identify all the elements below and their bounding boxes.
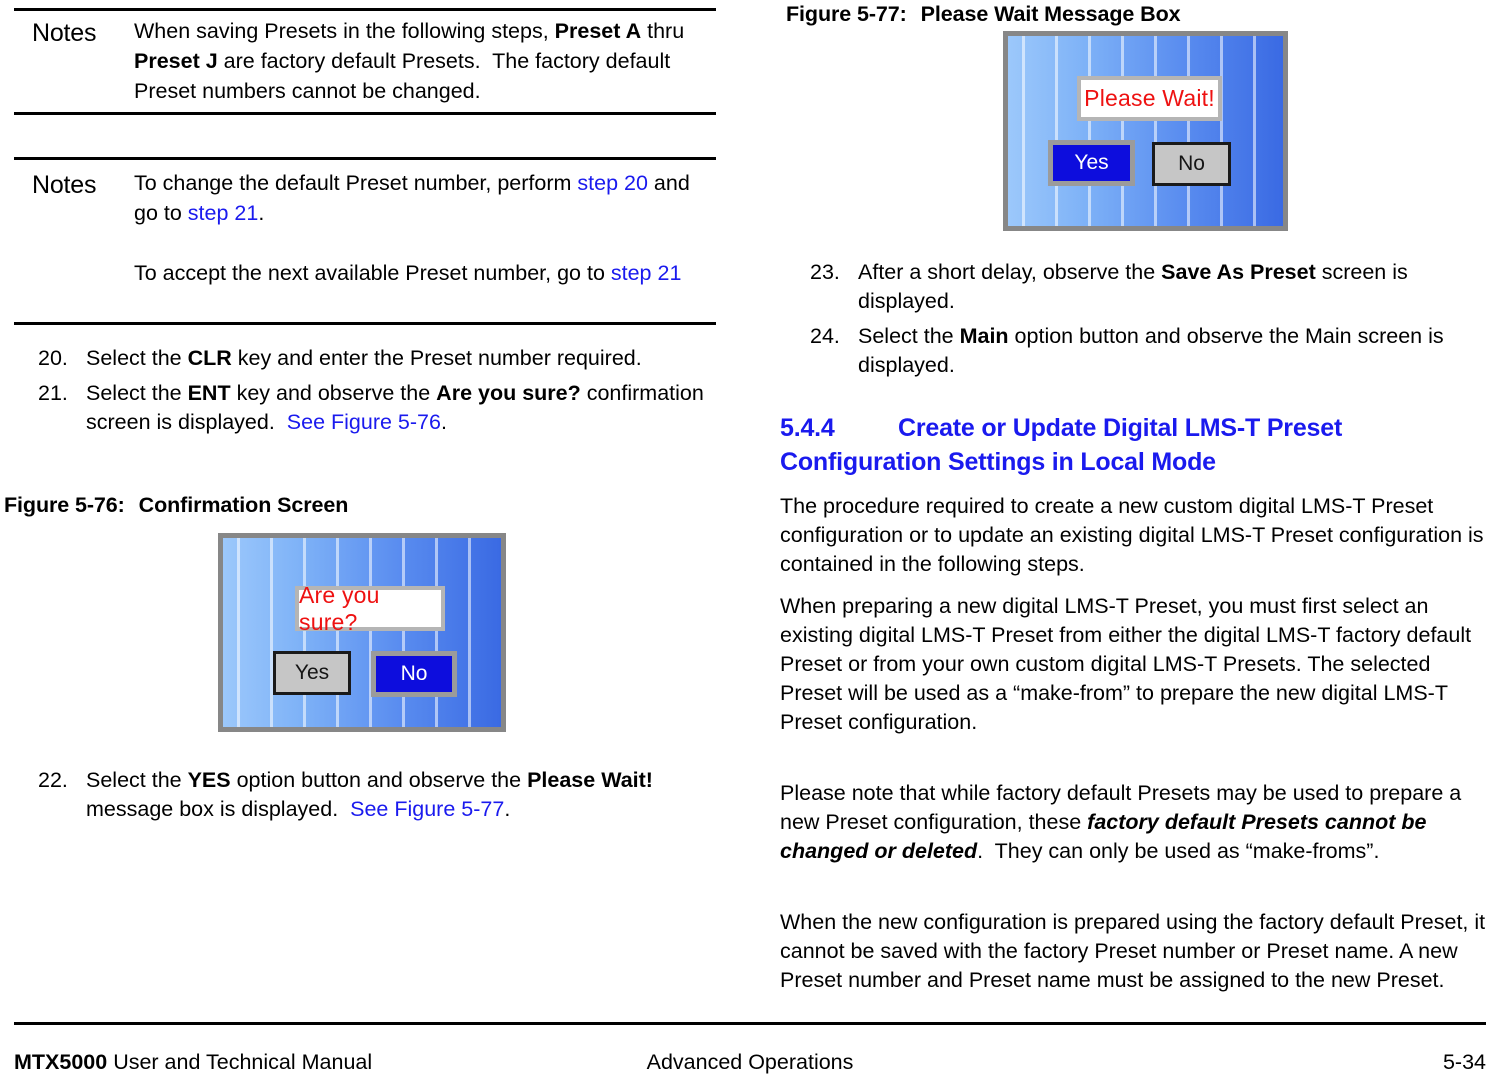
note-1-top-rule <box>14 8 716 11</box>
manual-page: Notes When saving Presets in the followi… <box>0 0 1501 1089</box>
note-row: Notes To change the default Preset numbe… <box>14 168 716 288</box>
step-item-22: 22. Select the YES option button and obs… <box>14 766 724 824</box>
xref-step-21[interactable]: step 21 <box>188 201 259 225</box>
figure-5-77-caption-title: Please Wait Message Box <box>920 2 1181 26</box>
footer-section-name: Advanced Operations <box>646 1050 854 1074</box>
step-number: 24. <box>810 324 840 348</box>
step-text: Select the ENT key and observe the Are y… <box>86 381 704 434</box>
section-heading-5-4-4: 5.4.4 Create or Update Digital LMS-T Pres… <box>780 411 1492 479</box>
note-1-paragraph: When saving Presets in the following ste… <box>134 19 685 103</box>
paragraph-2: When preparing a new digital LMS-T Prese… <box>780 592 1492 737</box>
step-item-24: 24. Select the Main option button and ob… <box>786 322 1492 380</box>
figure-5-76-caption-number: Figure 5-76: <box>4 493 125 517</box>
left-column: Notes When saving Presets in the followi… <box>0 0 740 1000</box>
paragraph-2-text: When preparing a new digital LMS-T Prese… <box>780 594 1472 734</box>
note-1-bottom-rule <box>14 112 716 115</box>
confirmation-no-button[interactable]: No <box>371 651 457 697</box>
please-wait-no-button[interactable]: No <box>1152 142 1231 186</box>
footer-separator <box>14 1022 1486 1025</box>
step-number: 23. <box>810 260 840 284</box>
figure-5-77-caption-number: Figure 5-77: <box>786 2 907 26</box>
note-1-label: Notes <box>32 19 97 47</box>
note-2-paragraph-1: To change the default Preset number, per… <box>134 171 690 225</box>
step-text: Select the YES option button and observe… <box>86 768 653 821</box>
step-item-21: 21. Select the ENT key and observe the A… <box>14 379 724 437</box>
section-heading-text: 5.4.4 Create or Update Digital LMS-T Pres… <box>780 411 1492 479</box>
step-text: Select the CLR key and enter the Preset … <box>86 346 642 370</box>
figure-5-76-caption: Figure 5-76: Confirmation Screen <box>4 492 348 518</box>
please-wait-yes-button[interactable]: Yes <box>1048 140 1135 186</box>
paragraph-1-text: The procedure required to create a new c… <box>780 494 1484 576</box>
step-item-20: 20. Select the CLR key and enter the Pre… <box>14 344 724 373</box>
note-2-paragraph-2: To accept the next available Preset numb… <box>134 261 682 285</box>
xref-step-21b[interactable]: step 21 <box>611 261 682 285</box>
figure-5-77-device-screen: Please Wait! Yes No <box>1003 31 1288 231</box>
section-heading-number: 5.4.4 <box>780 414 835 442</box>
note-2-bottom-rule <box>14 322 716 325</box>
note-2-body: To change the default Preset number, per… <box>134 168 716 288</box>
right-column: Figure 5-77: Please Wait Message Box Plea… <box>780 0 1490 1000</box>
figure-5-77-caption: Figure 5-77: Please Wait Message Box <box>786 1 1181 27</box>
footer-page-number: 5-34 <box>1442 1050 1486 1074</box>
step-item-23: 23. After a short delay, observe the Sav… <box>786 258 1492 316</box>
step-text: Select the Main option button and observ… <box>858 324 1444 377</box>
paragraph-4: When the new configuration is prepared u… <box>780 908 1492 995</box>
confirmation-message-box: Are you sure? <box>295 582 445 635</box>
xref-figure-5-76[interactable]: See Figure 5-76 <box>287 410 441 434</box>
note-1-body: When saving Presets in the following ste… <box>134 16 716 106</box>
page-footer: MTX5000 User and Technical Manual Advanc… <box>14 1046 1486 1078</box>
paragraph-4-text: When the new configuration is prepared u… <box>780 910 1486 992</box>
step-list-left: 20. Select the CLR key and enter the Pre… <box>14 344 724 443</box>
figure-5-76-caption-title: Confirmation Screen <box>138 493 349 517</box>
step-list-right: 23. After a short delay, observe the Sav… <box>786 258 1492 386</box>
xref-figure-5-77[interactable]: See Figure 5-77 <box>350 797 504 821</box>
xref-step-20[interactable]: step 20 <box>577 171 648 195</box>
note-block-2: Notes To change the default Preset numbe… <box>14 168 716 288</box>
confirmation-yes-button[interactable]: Yes <box>273 651 351 695</box>
note-block-1: Notes When saving Presets in the followi… <box>14 16 716 106</box>
step-list-left-2: 22. Select the YES option button and obs… <box>14 766 724 830</box>
note-row: Notes When saving Presets in the followi… <box>14 16 716 106</box>
paragraph-3: Please note that while factory default P… <box>780 781 1462 863</box>
step-number: 20. <box>38 346 68 370</box>
step-text: After a short delay, observe the Save As… <box>858 260 1408 313</box>
step-number: 21. <box>38 381 68 405</box>
paragraph-1: The procedure required to create a new c… <box>780 492 1492 579</box>
please-wait-message-box: Please Wait! <box>1077 76 1222 121</box>
step-number: 22. <box>38 768 68 792</box>
note-2-top-rule <box>14 157 716 160</box>
figure-5-76-device-screen: Are you sure? Yes No <box>218 533 506 732</box>
note-2-label: Notes <box>32 171 97 199</box>
emphasis-cannot-be-changed: factory default Presets cannot be change… <box>780 810 1427 863</box>
